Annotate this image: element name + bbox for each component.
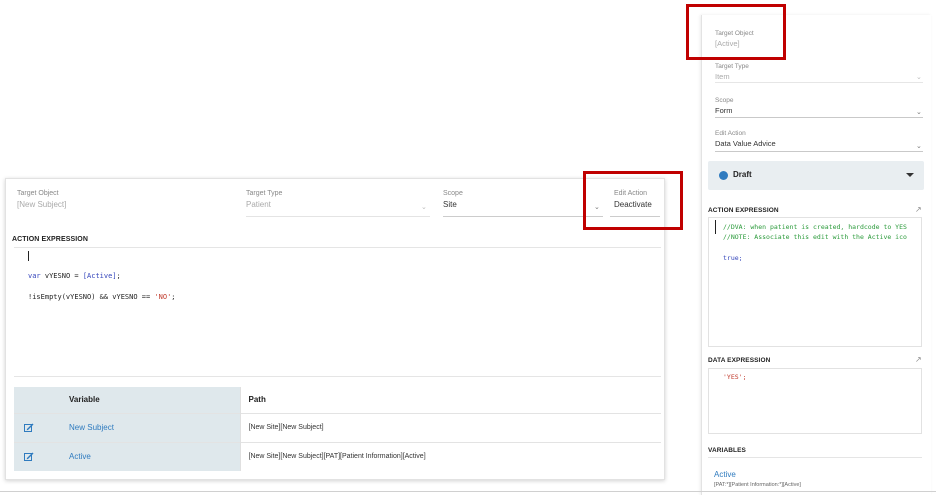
rp-edit-action-chevron-down-icon[interactable]: ⌄ [916,142,922,150]
action-expression-title: ACTION EXPRESSION [12,236,88,243]
target-object-label: Target Object [17,190,59,197]
text-cursor [715,220,716,234]
rp-variable-path: [PAT:*][Patient Information:*][Active] [714,482,801,488]
variables-table: Variable Path New Subject [New Site][New… [14,387,661,471]
status-check-icon [719,171,728,180]
scope-label: Scope [443,190,463,197]
rp-target-type-underline [715,82,923,83]
rp-variables-divider [708,457,922,458]
rp-variable-link[interactable]: Active [714,470,736,479]
rp-edit-action-underline [715,151,923,152]
target-type-label: Target Type [246,190,283,197]
variable-cell: Active [14,442,240,471]
rp-target-type-chevron-down-icon[interactable]: ⌄ [916,73,922,81]
edit-icon[interactable] [24,452,34,462]
target-object-value: [New Subject] [17,200,67,209]
code-line-1: var vYESNO = [Active]; [28,272,121,280]
rp-scope-label: Scope [715,97,734,104]
caret-down-icon[interactable] [906,173,914,177]
table-row: Active [New Site][New Subject][PAT][Pati… [14,442,661,471]
rp-scope-underline [715,117,923,118]
table-row: New Subject [New Site][New Subject] [14,413,661,442]
column-header-path: Path [239,387,661,413]
window-bottom-edge [0,491,936,492]
variable-link[interactable]: Active [69,452,91,461]
expand-icon[interactable]: ↗ [915,355,922,364]
action-expression-editor[interactable]: var vYESNO = [Active]; !isEmpty(vYESNO) … [14,248,661,376]
target-object-field: Target Object [New Subject] [17,190,217,209]
rp-data-expression-editor[interactable]: 'YES'; [708,368,922,434]
column-header-variable: Variable [14,387,240,413]
rp-target-type-label: Target Type [715,63,749,70]
scope-underline [443,201,603,217]
highlight-edit-action [583,171,683,230]
rp-action-expression-editor[interactable]: //DVA: when patient is created, hardcode… [708,217,922,347]
rp-target-type-value: Item [715,72,730,81]
rp-edit-action-field[interactable]: Edit Action Data Value Advice [715,130,923,148]
expand-icon[interactable]: ↗ [915,205,922,214]
rp-target-type-field[interactable]: Target Type Item [715,63,923,81]
variable-cell: New Subject [14,413,240,442]
code-comment-1: //DVA: when patient is created, hardcode… [723,223,907,231]
properties-panel: Target Object [Active] Target Type Item … [701,15,931,495]
path-cell: [New Site][New Subject] [239,413,661,442]
rp-variables-title: VARIABLES [708,447,746,454]
code-return-true: true; [723,254,743,262]
rule-editor-card: Target Object [New Subject] Target Type … [5,178,665,480]
rp-scope-value: Form [715,106,733,115]
highlight-target-object [686,4,786,60]
code-comment-2: //NOTE: Associate this edit with the Act… [723,233,907,241]
rp-edit-action-label: Edit Action [715,130,746,137]
target-type-underline [246,201,430,217]
rp-scope-chevron-down-icon[interactable]: ⌄ [916,108,922,116]
text-cursor [28,251,29,261]
rp-scope-field[interactable]: Scope Form [715,97,923,115]
rp-data-expression-title: DATA EXPRESSION [708,357,771,364]
target-type-chevron-down-icon[interactable]: ⌄ [421,203,427,211]
status-dropdown[interactable]: Draft [708,161,924,190]
rp-edit-action-value: Data Value Advice [715,139,776,148]
rp-action-expression-title: ACTION EXPRESSION [708,207,779,214]
edit-icon[interactable] [24,423,34,433]
data-code-line: 'YES'; [723,373,747,381]
code-line-2: !isEmpty(vYESNO) && vYESNO == 'NO'; [28,293,176,301]
variable-link[interactable]: New Subject [69,423,114,432]
path-cell: [New Site][New Subject][PAT][Patient Inf… [239,442,661,471]
status-label: Draft [733,170,752,179]
editor-bottom-divider [14,376,661,377]
table-header-row: Variable Path [14,387,661,413]
